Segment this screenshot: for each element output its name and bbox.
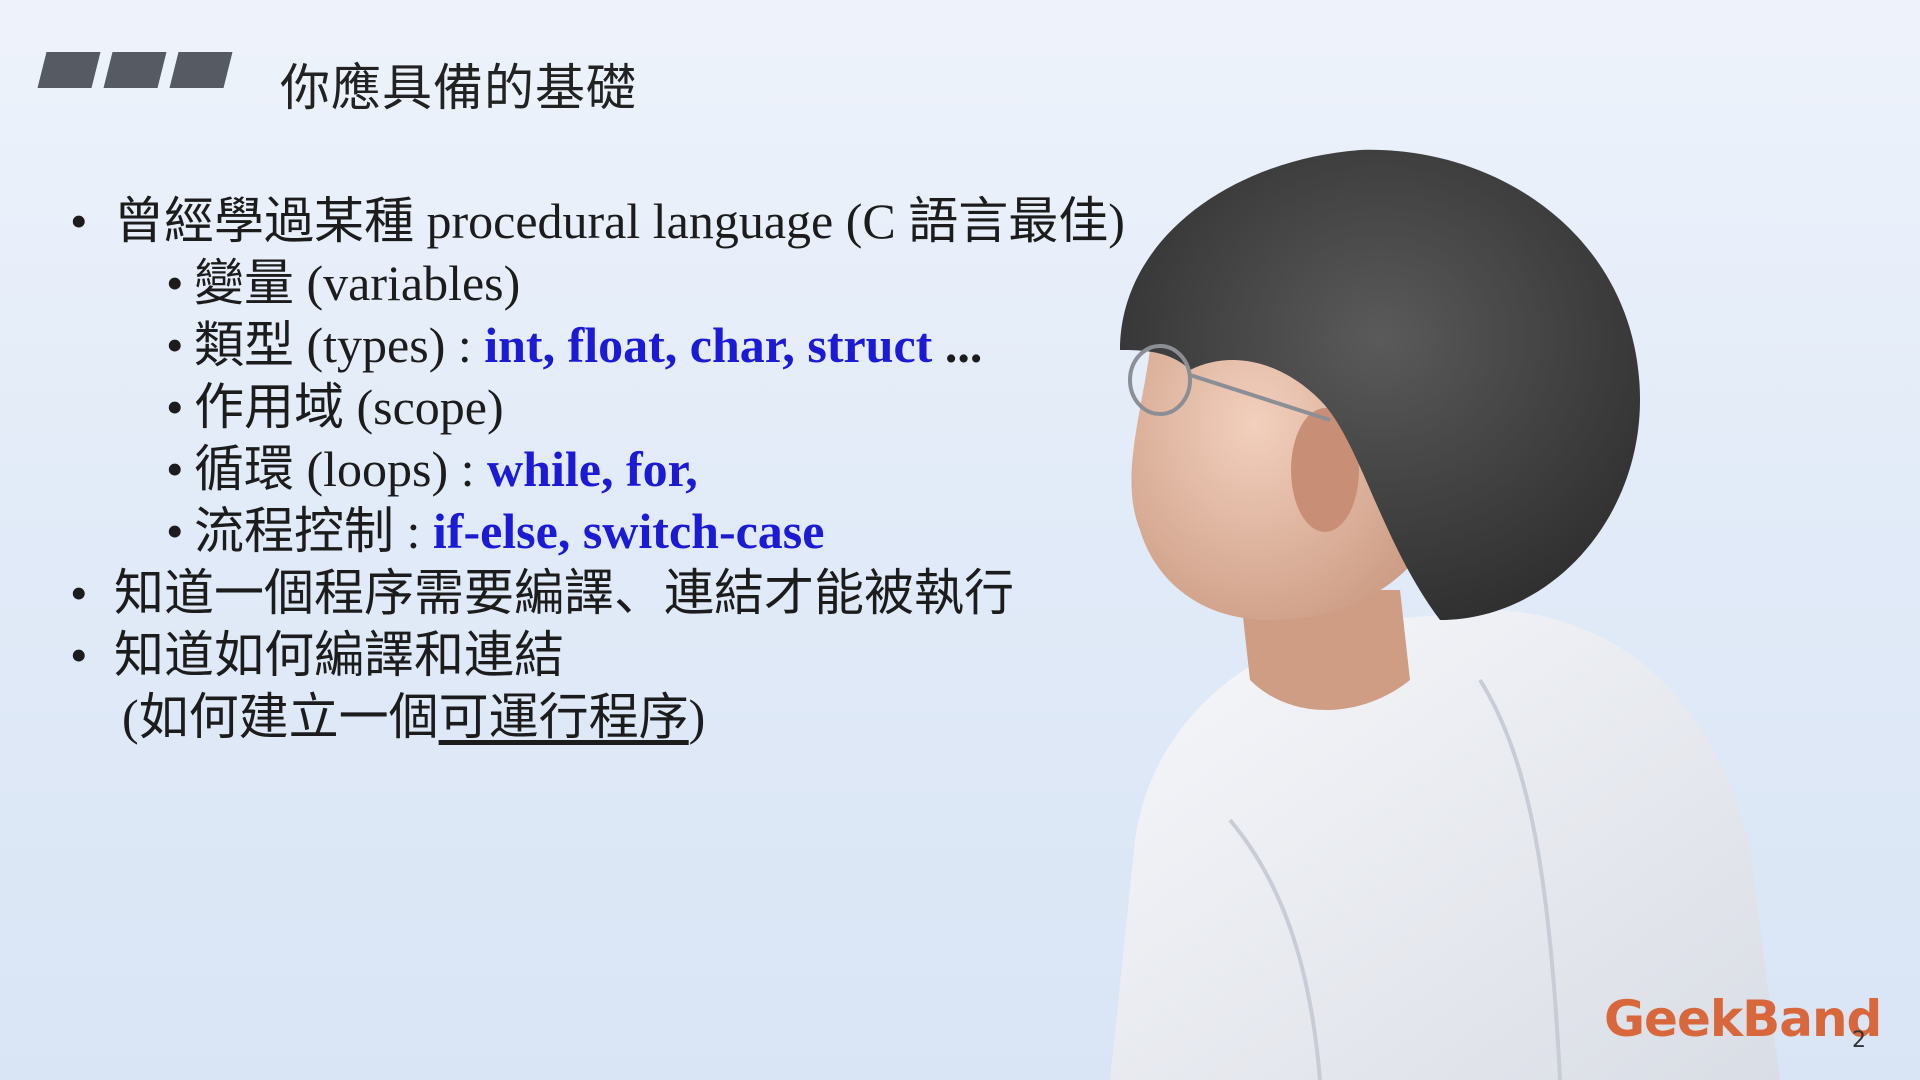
keywords-types: int, float, char, struct <box>484 317 933 373</box>
bullet-dot: • <box>166 255 184 311</box>
slide: 你應具備的基礎 • 曾經學過某種 procedural language (C 語… <box>0 0 1920 1080</box>
bullet-dot: • <box>70 565 88 621</box>
keywords-flow-control: if-else, switch-case <box>432 503 825 559</box>
header-decoration-bars <box>36 52 236 88</box>
bullet-dot: • <box>166 441 184 497</box>
bullet-dot: • <box>70 627 88 683</box>
bullet-dot: • <box>166 379 184 435</box>
underlined-executable: 可運行程序 <box>438 689 689 745</box>
bullet-dot: • <box>70 193 88 249</box>
presenter-figure <box>1110 149 1780 1080</box>
bullet-dot: • <box>166 503 184 559</box>
bullet-dot: • <box>166 317 184 373</box>
slide-title: 你應具備的基礎 <box>280 59 637 117</box>
page-number: 2 <box>1852 1028 1866 1053</box>
geekband-logo: GeekBand <box>1604 990 1882 1048</box>
keywords-loops: while, for, <box>487 441 698 497</box>
